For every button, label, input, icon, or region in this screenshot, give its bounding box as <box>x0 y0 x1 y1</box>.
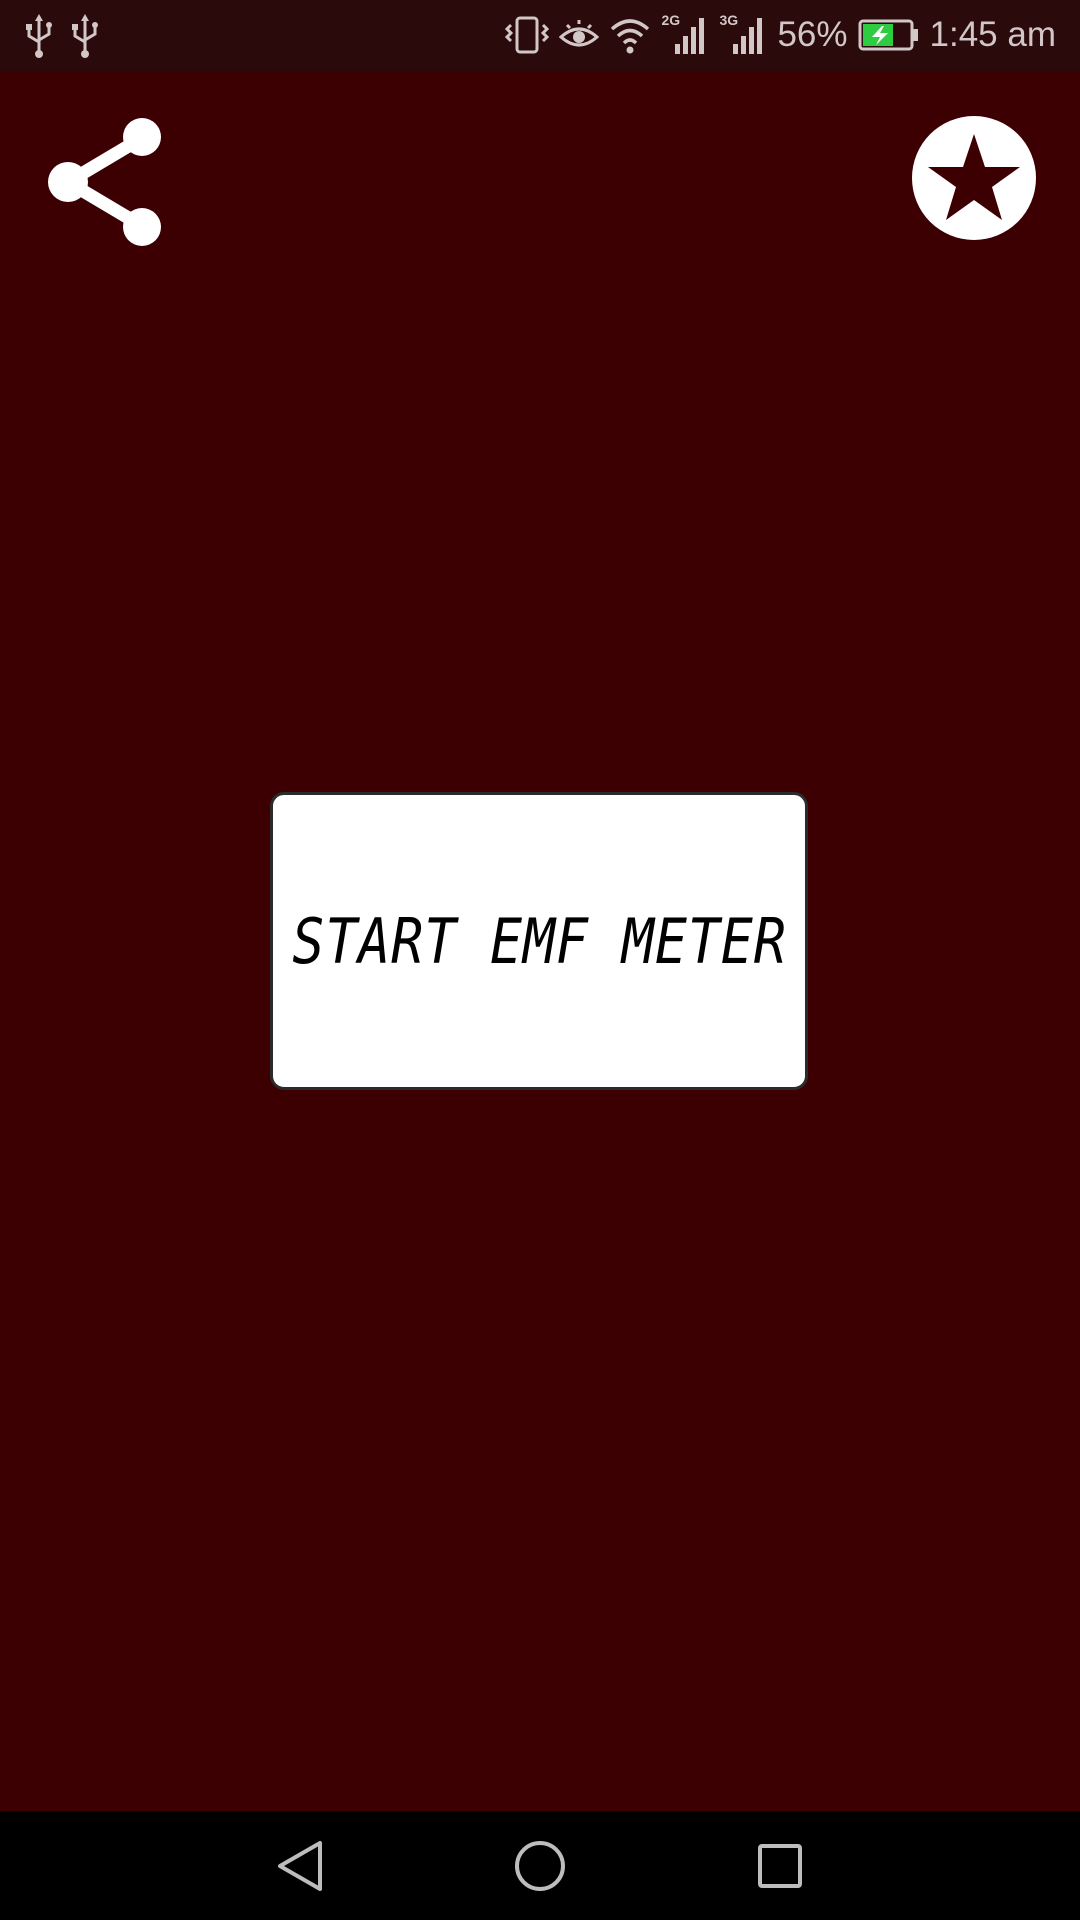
signal-3g: 3G <box>719 12 767 58</box>
share-icon <box>48 118 161 246</box>
home-icon <box>515 1840 565 1891</box>
signal-2g: 2G <box>661 12 709 58</box>
usb-icon <box>72 14 98 58</box>
signal-icon <box>733 18 763 54</box>
status-bar: 2G 3G 56% 1:45 am <box>0 0 1080 71</box>
vibrate-icon <box>505 16 550 54</box>
start-button-label: START EMF METER <box>291 904 787 978</box>
status-bar-left <box>24 14 100 58</box>
status-bar-right: 2G 3G 56% 1:45 am <box>505 12 1056 58</box>
back-icon <box>278 1840 322 1891</box>
recents-button[interactable] <box>720 1811 840 1920</box>
navigation-bar <box>0 1811 1080 1920</box>
star-icon <box>912 116 1036 240</box>
usb-icon <box>26 14 52 58</box>
battery-percent: 56% <box>777 15 848 54</box>
clock: 1:45 am <box>929 15 1056 54</box>
wifi-icon <box>611 19 650 54</box>
rate-button[interactable] <box>911 115 1037 241</box>
back-button[interactable] <box>240 1811 360 1920</box>
recents-icon <box>758 1843 802 1888</box>
battery-charging-icon <box>858 19 918 51</box>
share-button[interactable] <box>44 116 166 248</box>
home-button[interactable] <box>480 1811 600 1920</box>
app-area: START EMF METER <box>0 71 1080 1811</box>
eye-comfort-icon <box>559 20 600 47</box>
start-emf-meter-button[interactable]: START EMF METER <box>270 792 808 1090</box>
signal-icon <box>675 18 705 54</box>
